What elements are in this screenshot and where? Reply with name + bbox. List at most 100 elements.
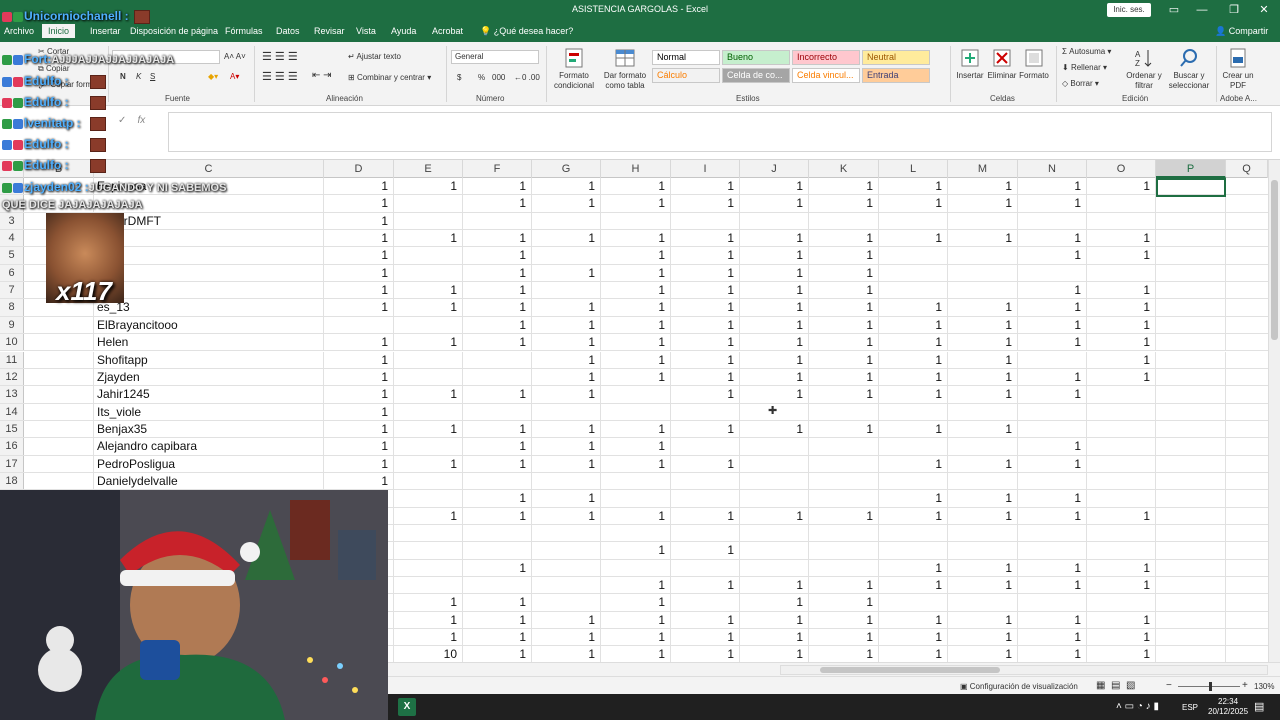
- cell-p[interactable]: [1156, 629, 1226, 646]
- cell-h[interactable]: 1: [601, 577, 671, 594]
- cell-m[interactable]: 1: [948, 577, 1018, 594]
- cell-n[interactable]: [1018, 472, 1087, 490]
- cell-g[interactable]: 1: [532, 490, 601, 507]
- cell-f[interactable]: 1: [463, 559, 532, 577]
- cell-h[interactable]: 1: [601, 351, 671, 368]
- cell-l[interactable]: 1: [879, 507, 948, 524]
- cell-o[interactable]: [1087, 195, 1156, 212]
- bold-button[interactable]: N: [120, 72, 126, 81]
- autosum-button[interactable]: Σ Autosuma ▾: [1062, 47, 1111, 56]
- share-button[interactable]: 👤 Compartir: [1215, 26, 1268, 37]
- cell-e[interactable]: [394, 472, 463, 490]
- vertical-scroll-thumb[interactable]: [1271, 180, 1278, 340]
- cell-l[interactable]: 1: [879, 351, 948, 368]
- cell-e[interactable]: [394, 542, 463, 559]
- cell-k[interactable]: 1: [809, 230, 879, 247]
- cell-o[interactable]: 1: [1087, 559, 1156, 577]
- fill-button[interactable]: ⬇ Rellenar ▾: [1062, 63, 1107, 72]
- cell-l[interactable]: 1: [879, 368, 948, 386]
- column-header-f[interactable]: F: [463, 160, 532, 178]
- cell-f[interactable]: 1: [463, 455, 532, 472]
- align-top-icon[interactable]: ☰ ☰ ☰: [262, 50, 298, 63]
- cell-b[interactable]: [24, 455, 94, 472]
- merge-center-button[interactable]: ⊞ Combinar y centrar ▾: [348, 73, 431, 82]
- cell-e[interactable]: 1: [394, 507, 463, 524]
- cell-n[interactable]: [1018, 351, 1087, 368]
- cell-style-1[interactable]: Bueno: [722, 50, 790, 65]
- cell-o[interactable]: [1087, 490, 1156, 507]
- cell-e[interactable]: 10: [394, 646, 463, 662]
- column-header-k[interactable]: K: [809, 160, 879, 178]
- cell-f[interactable]: 1: [463, 334, 532, 351]
- cell-c[interactable]: 388: [94, 247, 324, 264]
- cell-p[interactable]: [1156, 594, 1226, 611]
- cell-d[interactable]: 1: [324, 195, 394, 212]
- cell-n[interactable]: [1018, 420, 1087, 438]
- percent-button[interactable]: %: [478, 73, 485, 82]
- selected-cell[interactable]: [1156, 178, 1226, 197]
- cell-n[interactable]: 1: [1018, 386, 1087, 403]
- cell-k[interactable]: 1: [809, 178, 879, 195]
- cell-m[interactable]: 1: [948, 646, 1018, 662]
- language-indicator[interactable]: ESP: [1182, 703, 1198, 712]
- cell-n[interactable]: 1: [1018, 629, 1087, 646]
- cell-d[interactable]: 1: [324, 403, 394, 420]
- cell-j[interactable]: 1: [740, 507, 809, 524]
- cell-p[interactable]: [1156, 507, 1226, 524]
- cell-g[interactable]: [532, 559, 601, 577]
- cell-n[interactable]: 1: [1018, 230, 1087, 247]
- cell-n[interactable]: 1: [1018, 559, 1087, 577]
- cell-n[interactable]: [1018, 542, 1087, 559]
- cell-o[interactable]: 1: [1087, 247, 1156, 264]
- find-select-button[interactable]: Buscar y seleccionar: [1164, 47, 1214, 91]
- cell-d[interactable]: [324, 316, 394, 334]
- cell-f[interactable]: 1: [463, 438, 532, 455]
- row-header[interactable]: 8: [0, 299, 24, 316]
- number-format-dropdown[interactable]: General: [451, 50, 539, 64]
- cell-f[interactable]: 1: [463, 299, 532, 316]
- cell-j[interactable]: [740, 438, 809, 455]
- cell-d[interactable]: 1: [324, 351, 394, 368]
- cell-c[interactable]: Its_viole: [94, 403, 324, 420]
- row-header[interactable]: 3: [0, 212, 24, 230]
- cell-p[interactable]: [1156, 611, 1226, 629]
- ribbon-display-icon[interactable]: ▭: [1160, 2, 1188, 18]
- cell-g[interactable]: 1: [532, 264, 601, 282]
- cell-j[interactable]: 1: [740, 577, 809, 594]
- tab-vista[interactable]: Vista: [356, 26, 376, 36]
- cell-style-0[interactable]: Normal: [652, 50, 720, 65]
- cell-j[interactable]: 1: [740, 629, 809, 646]
- cell-f[interactable]: 1: [463, 611, 532, 629]
- cell-g[interactable]: 1: [532, 629, 601, 646]
- cell-j[interactable]: [740, 490, 809, 507]
- cell-d[interactable]: 1: [324, 247, 394, 264]
- cell-n[interactable]: 1: [1018, 368, 1087, 386]
- cell-o[interactable]: [1087, 420, 1156, 438]
- cell-p[interactable]: [1156, 386, 1226, 403]
- column-header-i[interactable]: I: [671, 160, 740, 178]
- cell-e[interactable]: [394, 316, 463, 334]
- tab-archivo[interactable]: Archivo: [4, 26, 34, 36]
- cell-j[interactable]: 1: [740, 368, 809, 386]
- cell-e[interactable]: 1: [394, 230, 463, 247]
- cell-k[interactable]: [809, 490, 879, 507]
- cell-o[interactable]: 1: [1087, 351, 1156, 368]
- column-header-c[interactable]: C: [94, 160, 324, 178]
- cell-l[interactable]: [879, 247, 948, 264]
- cell-m[interactable]: [948, 594, 1018, 611]
- cell-j[interactable]: 1: [740, 264, 809, 282]
- zoom-slider-thumb[interactable]: [1209, 682, 1212, 691]
- cell-p[interactable]: [1156, 438, 1226, 455]
- cell-n[interactable]: [1018, 594, 1087, 611]
- cell-i[interactable]: [671, 403, 740, 420]
- cell-o[interactable]: 1: [1087, 334, 1156, 351]
- cell-p[interactable]: [1156, 351, 1226, 368]
- cell-e[interactable]: [394, 577, 463, 594]
- cell-k[interactable]: [809, 403, 879, 420]
- cell-g[interactable]: 1: [532, 438, 601, 455]
- cell-h[interactable]: 1: [601, 178, 671, 195]
- cell-h[interactable]: 1: [601, 334, 671, 351]
- cell-h[interactable]: 1: [601, 507, 671, 524]
- cell-m[interactable]: [948, 403, 1018, 420]
- conditional-format-button[interactable]: Formato condicional: [550, 47, 598, 91]
